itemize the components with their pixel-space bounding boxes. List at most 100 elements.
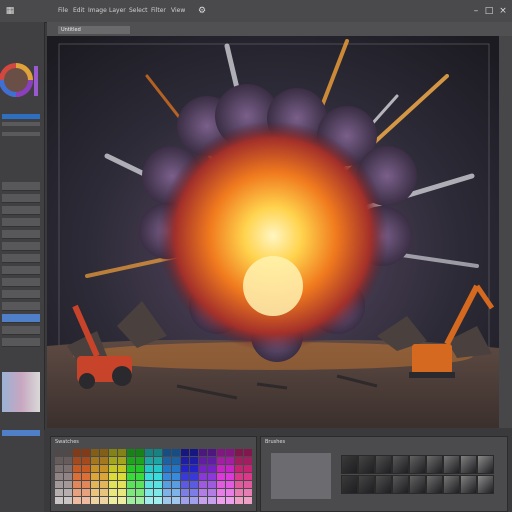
color-swatch[interactable] xyxy=(154,489,162,496)
color-swatch[interactable] xyxy=(217,465,225,472)
color-swatch[interactable] xyxy=(73,473,81,480)
color-swatch[interactable] xyxy=(181,497,189,504)
minimize-button[interactable]: – xyxy=(470,5,482,17)
color-swatch[interactable] xyxy=(163,481,171,488)
color-swatch[interactable] xyxy=(235,473,243,480)
color-swatch[interactable] xyxy=(235,449,243,456)
color-swatch[interactable] xyxy=(91,465,99,472)
color-swatch[interactable] xyxy=(100,473,108,480)
color-swatch[interactable] xyxy=(190,449,198,456)
color-swatch[interactable] xyxy=(172,497,180,504)
color-swatch[interactable] xyxy=(235,489,243,496)
color-swatch[interactable] xyxy=(190,457,198,464)
color-swatch[interactable] xyxy=(235,497,243,504)
color-swatch[interactable] xyxy=(199,481,207,488)
color-swatch[interactable] xyxy=(55,497,63,504)
opacity-slider[interactable] xyxy=(2,122,40,126)
layer-row[interactable] xyxy=(2,254,40,263)
color-swatch[interactable] xyxy=(190,489,198,496)
color-swatch[interactable] xyxy=(181,449,189,456)
color-swatch[interactable] xyxy=(100,481,108,488)
color-swatch[interactable] xyxy=(208,457,216,464)
color-swatch[interactable] xyxy=(145,449,153,456)
color-swatch[interactable] xyxy=(226,449,234,456)
color-swatch[interactable] xyxy=(208,473,216,480)
menu-layer[interactable]: Layer xyxy=(109,6,126,16)
color-swatch[interactable] xyxy=(127,473,135,480)
color-swatch[interactable] xyxy=(73,465,81,472)
color-swatch[interactable] xyxy=(217,457,225,464)
brush-tip[interactable] xyxy=(358,475,375,494)
color-swatch[interactable] xyxy=(109,489,117,496)
color-swatch[interactable] xyxy=(82,481,90,488)
menu-select[interactable]: Select xyxy=(129,6,148,16)
color-swatch[interactable] xyxy=(226,489,234,496)
color-swatch[interactable] xyxy=(163,449,171,456)
color-swatch[interactable] xyxy=(127,457,135,464)
vertical-scrollbar[interactable] xyxy=(499,36,512,428)
color-swatch[interactable] xyxy=(190,497,198,504)
color-swatch[interactable] xyxy=(64,497,72,504)
color-swatch[interactable] xyxy=(163,497,171,504)
color-swatch[interactable] xyxy=(91,473,99,480)
color-swatch[interactable] xyxy=(100,497,108,504)
color-swatch[interactable] xyxy=(181,489,189,496)
color-swatch[interactable] xyxy=(136,457,144,464)
color-swatch[interactable] xyxy=(154,449,162,456)
color-swatch[interactable] xyxy=(235,481,243,488)
canvas[interactable] xyxy=(47,36,499,428)
brush-tip[interactable] xyxy=(392,455,409,474)
color-swatch[interactable] xyxy=(136,489,144,496)
color-swatch[interactable] xyxy=(199,489,207,496)
color-swatch[interactable] xyxy=(73,489,81,496)
color-swatch[interactable] xyxy=(172,449,180,456)
menu-file[interactable]: File xyxy=(58,6,68,16)
color-swatch[interactable] xyxy=(91,481,99,488)
color-swatch[interactable] xyxy=(145,497,153,504)
color-swatch[interactable] xyxy=(226,465,234,472)
color-swatch[interactable] xyxy=(73,497,81,504)
close-button[interactable]: × xyxy=(497,5,509,17)
layer-row[interactable] xyxy=(2,242,40,251)
brush-tip[interactable] xyxy=(443,475,460,494)
color-swatch[interactable] xyxy=(136,497,144,504)
color-swatch[interactable] xyxy=(118,489,126,496)
color-swatch[interactable] xyxy=(136,449,144,456)
color-swatch[interactable] xyxy=(91,457,99,464)
color-swatch[interactable] xyxy=(136,473,144,480)
color-swatch[interactable] xyxy=(199,457,207,464)
color-swatch[interactable] xyxy=(181,481,189,488)
color-swatch[interactable] xyxy=(91,449,99,456)
layer-row[interactable] xyxy=(2,278,40,287)
layer-row[interactable] xyxy=(2,338,40,347)
color-swatch[interactable] xyxy=(244,489,252,496)
color-swatch[interactable] xyxy=(217,449,225,456)
color-swatch[interactable] xyxy=(199,465,207,472)
color-swatch[interactable] xyxy=(100,449,108,456)
color-swatch[interactable] xyxy=(199,473,207,480)
color-swatch[interactable] xyxy=(109,449,117,456)
layer-row[interactable] xyxy=(2,326,40,335)
color-swatch[interactable] xyxy=(154,481,162,488)
brush-tip[interactable] xyxy=(358,455,375,474)
color-swatch[interactable] xyxy=(136,481,144,488)
color-swatch[interactable] xyxy=(64,481,72,488)
color-swatch[interactable] xyxy=(82,457,90,464)
brush-tip[interactable] xyxy=(375,455,392,474)
color-swatch[interactable] xyxy=(82,465,90,472)
brush-preview-grid[interactable] xyxy=(271,453,331,499)
layer-row[interactable] xyxy=(2,182,40,191)
color-swatch[interactable] xyxy=(82,449,90,456)
brush-tip[interactable] xyxy=(460,455,477,474)
layer-row[interactable] xyxy=(2,314,40,323)
brush-tip[interactable] xyxy=(341,455,358,474)
color-swatch[interactable] xyxy=(244,449,252,456)
color-swatch[interactable] xyxy=(208,497,216,504)
brush-tip[interactable] xyxy=(341,475,358,494)
brush-tip[interactable] xyxy=(443,455,460,474)
color-swatch[interactable] xyxy=(190,465,198,472)
color-swatch[interactable] xyxy=(208,449,216,456)
color-swatch[interactable] xyxy=(64,457,72,464)
color-swatch[interactable] xyxy=(172,481,180,488)
color-swatch[interactable] xyxy=(109,481,117,488)
